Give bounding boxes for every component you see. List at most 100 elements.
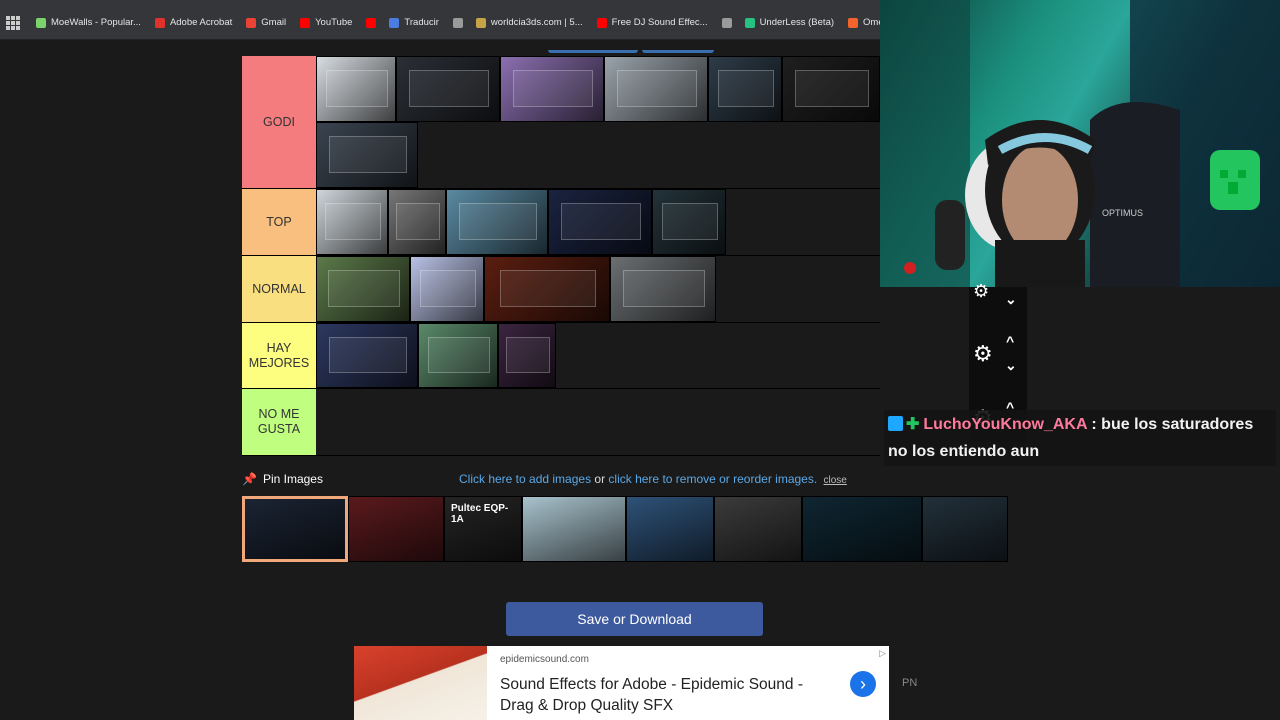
bookmark-item[interactable] xyxy=(366,17,381,28)
gear-icon[interactable]: ⚙ xyxy=(973,281,989,302)
pin-images-toggle[interactable]: 📌 Pin Images xyxy=(242,472,323,486)
plugin-saturator-thumbnail[interactable] xyxy=(316,56,396,122)
ad-arrow-icon[interactable]: › xyxy=(850,671,876,697)
close-link[interactable]: close xyxy=(824,475,847,486)
apps-grid-icon[interactable] xyxy=(6,15,20,30)
plugin-valhalla-vintage-verb-thumbnail[interactable] xyxy=(484,256,610,322)
pinned-hardware-thumbnail[interactable] xyxy=(714,496,802,562)
pinned-images-strip: Pultec EQP-1A xyxy=(242,496,1008,562)
ad-domain: epidemicsound.com xyxy=(500,654,589,665)
webcam-feed: OPTIMUS xyxy=(880,0,1280,287)
chevron-up-icon[interactable]: ^ xyxy=(1006,333,1014,349)
plugin-waves-tune-thumbnail[interactable] xyxy=(498,323,556,388)
bookmark-label: Gmail xyxy=(261,17,287,28)
pinned-red-thumbnail[interactable] xyxy=(348,496,444,562)
tier-row-no-me-gusta: NO ME GUSTA xyxy=(242,389,880,456)
bookmark-item[interactable]: Adobe Acrobat xyxy=(154,17,232,28)
pn-text: PN xyxy=(902,677,918,689)
bookmark-item[interactable]: YouTube xyxy=(300,17,352,28)
chevron-down-icon[interactable]: ⌄ xyxy=(1005,357,1017,374)
tier-row-godi: GODI xyxy=(242,56,880,189)
plugin-waves-ssl-thumbnail[interactable] xyxy=(500,56,604,122)
bookmark-favicon-icon xyxy=(596,17,607,28)
bookmark-label: Free DJ Sound Effec... xyxy=(611,17,708,28)
tier-label-no-me-gusta[interactable]: NO ME GUSTA xyxy=(242,389,316,455)
pinned-dark-blue-thumbnail[interactable] xyxy=(242,496,348,562)
tier-label-godi[interactable]: GODI xyxy=(242,56,316,188)
pin-icon: 📌 xyxy=(242,472,257,486)
bookmark-item[interactable]: UnderLess (Beta) xyxy=(744,17,835,28)
bookmark-favicon-icon xyxy=(366,17,377,28)
bookmark-item[interactable] xyxy=(452,17,468,28)
tier-items-hay-mejores xyxy=(316,323,880,388)
pinned-mixer-thumbnail[interactable] xyxy=(922,496,1008,562)
bookmark-item[interactable] xyxy=(721,17,737,28)
tier-label-top[interactable]: TOP xyxy=(242,189,316,255)
bookmark-item[interactable]: Free DJ Sound Effec... xyxy=(596,17,708,28)
plugin-speaker-thumbnail[interactable] xyxy=(388,189,446,255)
bookmark-favicon-icon xyxy=(389,17,400,28)
pinned-blue-meters-thumbnail[interactable] xyxy=(626,496,714,562)
plugin-green-eq-2-thumbnail[interactable] xyxy=(418,323,498,388)
adchoices-icon[interactable]: ▷ xyxy=(879,648,886,659)
pinned-pultec-thumbnail[interactable]: Pultec EQP-1A xyxy=(444,496,522,562)
add-images-link[interactable]: Click here to add images xyxy=(459,472,591,486)
bookmark-item[interactable]: MoeWalls - Popular... xyxy=(36,17,141,28)
bookmark-favicon-icon xyxy=(475,17,486,28)
bookmark-favicon-icon xyxy=(721,17,732,28)
pinned-label: Pultec EQP-1A xyxy=(451,503,509,525)
plugin-god-particle-thumbnail[interactable] xyxy=(548,189,652,255)
plugin-eq-analyzer-thumbnail[interactable] xyxy=(396,56,500,122)
bookmark-label: UnderLess (Beta) xyxy=(759,17,835,28)
bookmark-label: Traducir xyxy=(404,17,439,28)
tier-items-no-me-gusta xyxy=(316,389,880,455)
chat-message: ✚ LuchoYouKnow_AKA : bue los saturadores … xyxy=(884,410,1276,466)
ad-banner[interactable]: epidemicsound.com Sound Effects for Adob… xyxy=(354,646,889,720)
plugin-vintage-meters-thumbnail[interactable] xyxy=(782,56,880,122)
bookmark-item[interactable]: Traducir xyxy=(389,17,439,28)
plugin-green-eq-thumbnail[interactable] xyxy=(708,56,782,122)
bookmark-favicon-icon xyxy=(36,17,46,28)
sub-badge-icon xyxy=(888,416,903,431)
tier-items-top xyxy=(316,189,880,255)
plugin-waves-cla-effects-thumbnail[interactable] xyxy=(610,256,716,322)
svg-text:OPTIMUS: OPTIMUS xyxy=(1102,208,1143,218)
tier-items-normal xyxy=(316,256,880,322)
chat-username: LuchoYouKnow_AKA xyxy=(923,416,1087,433)
tier-row-normal: NORMAL xyxy=(242,256,880,323)
plugin-blue-synth-thumbnail[interactable] xyxy=(410,256,484,322)
webcam-scene: OPTIMUS xyxy=(880,0,1280,287)
top-tabs-remnant xyxy=(548,40,722,53)
bookmark-favicon-icon xyxy=(848,17,859,28)
plugin-green-console-thumbnail[interactable] xyxy=(316,256,410,322)
plugin-white-knobs-thumbnail[interactable] xyxy=(316,189,388,255)
remove-images-link[interactable]: click here to remove or reorder images. xyxy=(608,472,817,486)
tier-items-godi xyxy=(316,56,880,188)
gear-icon[interactable]: ⚙ xyxy=(973,341,993,367)
tier-label-hay-mejores[interactable]: HAY MEJORES xyxy=(242,323,316,388)
bookmark-favicon-icon xyxy=(300,17,311,28)
bookmark-item[interactable]: worldcia3ds.com | 5... xyxy=(475,17,583,28)
bookmark-favicon-icon xyxy=(154,17,165,28)
pinned-waveform-thumbnail[interactable] xyxy=(802,496,922,562)
tier-row-top: TOP xyxy=(242,189,880,256)
plugin-dark-blue-comp-thumbnail[interactable] xyxy=(316,323,418,388)
tier-label-normal[interactable]: NORMAL xyxy=(242,256,316,322)
plugin-blue-eq-thumbnail[interactable] xyxy=(446,189,548,255)
bookmark-label: worldcia3ds.com | 5... xyxy=(490,17,583,28)
image-links: Click here to add images or click here t… xyxy=(459,472,847,486)
links-or-text: or xyxy=(591,472,609,486)
bookmark-favicon-icon xyxy=(744,17,755,28)
plugin-soft-clipper-thumbnail[interactable] xyxy=(316,122,418,188)
plugin-teal-rack-thumbnail[interactable] xyxy=(652,189,726,255)
ad-headline[interactable]: Sound Effects for Adobe - Epidemic Sound… xyxy=(500,674,840,716)
pinned-light-analyzer-thumbnail[interactable] xyxy=(522,496,626,562)
ad-image[interactable] xyxy=(354,646,487,720)
save-download-button[interactable]: Save or Download xyxy=(506,602,763,636)
bookmark-item[interactable]: Gmail xyxy=(246,17,286,28)
plugin-rack-thumbnail[interactable] xyxy=(604,56,708,122)
bookmark-label: YouTube xyxy=(315,17,353,28)
chevron-down-icon[interactable]: ⌄ xyxy=(1005,291,1017,308)
bookmark-favicon-icon xyxy=(246,17,257,28)
tier-row-hay-mejores: HAY MEJORES xyxy=(242,323,880,389)
